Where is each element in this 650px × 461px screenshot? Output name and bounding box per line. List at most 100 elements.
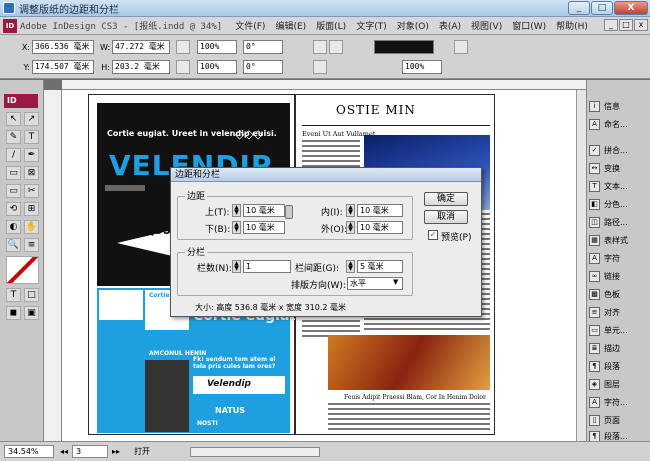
hand-tool-icon[interactable]: ✋: [24, 220, 39, 234]
menu-help[interactable]: 帮助(H): [551, 19, 593, 32]
first-page-icon[interactable]: ◂◂: [60, 447, 68, 456]
vertical-scrollbar[interactable]: [576, 90, 586, 441]
column-count-input[interactable]: 1: [243, 260, 291, 273]
doc-close-button[interactable]: x: [634, 19, 648, 31]
menu-type[interactable]: 文字(T): [351, 19, 392, 32]
chevron-down-icon[interactable]: ▼: [393, 278, 398, 286]
line-tool-icon[interactable]: /: [6, 148, 21, 162]
gutter-stepper-icon[interactable]: ▲ ▼: [346, 260, 355, 273]
direct-selection-tool-icon[interactable]: ↗: [24, 112, 39, 126]
panel-naming[interactable]: A 命名...: [589, 116, 649, 132]
rectangle-frame-tool-icon[interactable]: ▭: [6, 166, 21, 180]
transform-icon[interactable]: [176, 60, 190, 74]
align-icon[interactable]: [454, 40, 468, 54]
outside-input[interactable]: 10 毫米: [357, 221, 403, 234]
stroke-style-field[interactable]: [374, 40, 434, 54]
menu-object[interactable]: 对象(O): [392, 19, 434, 32]
opacity-field[interactable]: 100%: [402, 60, 442, 74]
frame-tool-icon[interactable]: ⊠: [24, 166, 39, 180]
minimize-button[interactable]: _: [568, 1, 590, 15]
type-tool-icon[interactable]: T: [24, 130, 39, 144]
zoom-tool-icon[interactable]: 🔍: [6, 238, 21, 252]
top-input[interactable]: 10 毫米: [243, 204, 285, 217]
close-button[interactable]: X: [614, 1, 648, 15]
fill-icon[interactable]: [313, 60, 327, 74]
open-button[interactable]: 打开: [134, 446, 150, 457]
main-menu: 文件(F) 编辑(E) 版面(L) 文字(T) 对象(O) 表(A) 视图(V)…: [230, 19, 593, 32]
link-margins-icon[interactable]: [285, 205, 293, 219]
menu-window[interactable]: 窗口(W): [507, 19, 551, 32]
panel-pages[interactable]: ▯ 页面: [589, 412, 649, 428]
panel-cell[interactable]: ▭ 单元...: [589, 322, 649, 338]
y-field[interactable]: 174.507 毫米: [32, 60, 94, 74]
doc-restore-button[interactable]: □: [619, 19, 633, 31]
page-field[interactable]: 3: [72, 445, 109, 458]
panel-text[interactable]: T 文本...: [589, 178, 649, 194]
inside-stepper-icon[interactable]: ▲ ▼: [346, 204, 355, 217]
panel-pathfinder[interactable]: ◫ 路径...: [589, 214, 649, 230]
panel-swatches[interactable]: ▩ 色板: [589, 286, 649, 302]
outside-stepper-icon[interactable]: ▲ ▼: [346, 221, 355, 234]
zoom-field[interactable]: 34.54%: [4, 445, 54, 458]
cancel-button[interactable]: 取消: [424, 210, 468, 224]
doc-minimize-button[interactable]: _: [604, 19, 618, 31]
panel-links[interactable]: ∞ 链接: [589, 268, 649, 284]
w-field[interactable]: 47.272 毫米: [112, 40, 170, 54]
reference-point-icon[interactable]: [329, 40, 343, 54]
apply-none-icon[interactable]: □: [24, 288, 39, 302]
app-title: Adobe InDesign CS3 - [报纸.indd @ 34%]: [20, 22, 223, 32]
bottom-stepper-icon[interactable]: ▲ ▼: [232, 221, 241, 234]
pen-tool-icon[interactable]: ✎: [6, 130, 21, 144]
ok-button[interactable]: 确定: [424, 192, 468, 206]
menu-file[interactable]: 文件(F): [230, 19, 270, 32]
panel-stroke[interactable]: ≣ 描边: [589, 340, 649, 356]
panel-flattener[interactable]: ✓ 拼合...: [589, 142, 649, 158]
constrain-icon[interactable]: [176, 40, 190, 54]
bottom-input[interactable]: 10 毫米: [243, 221, 285, 234]
rotate-field[interactable]: 0°: [243, 40, 283, 54]
panel-character[interactable]: A 字符: [589, 250, 649, 266]
rectangle-tool-icon[interactable]: ▭: [6, 184, 21, 198]
last-page-icon[interactable]: ▸▸: [112, 447, 120, 456]
panel-paragraph[interactable]: ¶ 段落: [589, 358, 649, 374]
menu-table[interactable]: 表(A): [434, 19, 466, 32]
inside-input[interactable]: 10 毫米: [357, 204, 403, 217]
preview-label: 预览(P): [441, 233, 472, 243]
panel-separations[interactable]: ◧ 分色...: [589, 196, 649, 212]
maximize-button[interactable]: □: [591, 1, 613, 15]
flip-icon[interactable]: [313, 40, 327, 54]
panel-layers[interactable]: ◈ 图层: [589, 376, 649, 392]
count-stepper-icon[interactable]: ▲ ▼: [232, 260, 241, 273]
x-field[interactable]: 366.536 毫米: [32, 40, 94, 54]
flattener-icon: ✓: [589, 144, 600, 156]
horizontal-scrollbar[interactable]: [190, 446, 321, 457]
top-stepper-icon[interactable]: ▲ ▼: [232, 204, 241, 217]
horizontal-ruler[interactable]: [62, 80, 586, 90]
note-tool-icon[interactable]: ≡: [24, 238, 39, 252]
h-field[interactable]: 203.2 毫米: [112, 60, 170, 74]
pencil-tool-icon[interactable]: ✒: [24, 148, 39, 162]
preview-view-icon[interactable]: ▣: [24, 306, 39, 320]
menu-view[interactable]: 视图(V): [466, 19, 507, 32]
vertical-ruler[interactable]: [44, 90, 62, 441]
gutter-input[interactable]: 5 毫米: [357, 260, 403, 273]
panel-transform[interactable]: ↔ 变换: [589, 160, 649, 176]
panel-character-styles[interactable]: A 字符...: [589, 394, 649, 410]
menu-edit[interactable]: 编辑(E): [270, 19, 311, 32]
shear-field[interactable]: 0°: [243, 60, 283, 74]
menu-layout[interactable]: 版面(L): [311, 19, 351, 32]
selection-tool-icon[interactable]: ↖: [6, 112, 21, 126]
rotate-tool-icon[interactable]: ⟲: [6, 202, 21, 216]
normal-view-icon[interactable]: ◼: [6, 306, 21, 320]
free-transform-tool-icon[interactable]: ⊞: [24, 202, 39, 216]
panel-table-styles[interactable]: ▦ 表样式: [589, 232, 649, 248]
scale-x-field[interactable]: 100%: [197, 40, 237, 54]
gradient-tool-icon[interactable]: ◐: [6, 220, 21, 234]
panel-align[interactable]: ≡ 对齐: [589, 304, 649, 320]
preview-checkbox[interactable]: ✓: [428, 230, 438, 240]
scissors-tool-icon[interactable]: ✂: [24, 184, 39, 198]
fill-stroke-icon[interactable]: [6, 256, 39, 284]
scale-y-field[interactable]: 100%: [197, 60, 237, 74]
panel-info[interactable]: i 信息: [589, 98, 649, 114]
format-text-icon[interactable]: T: [6, 288, 21, 302]
